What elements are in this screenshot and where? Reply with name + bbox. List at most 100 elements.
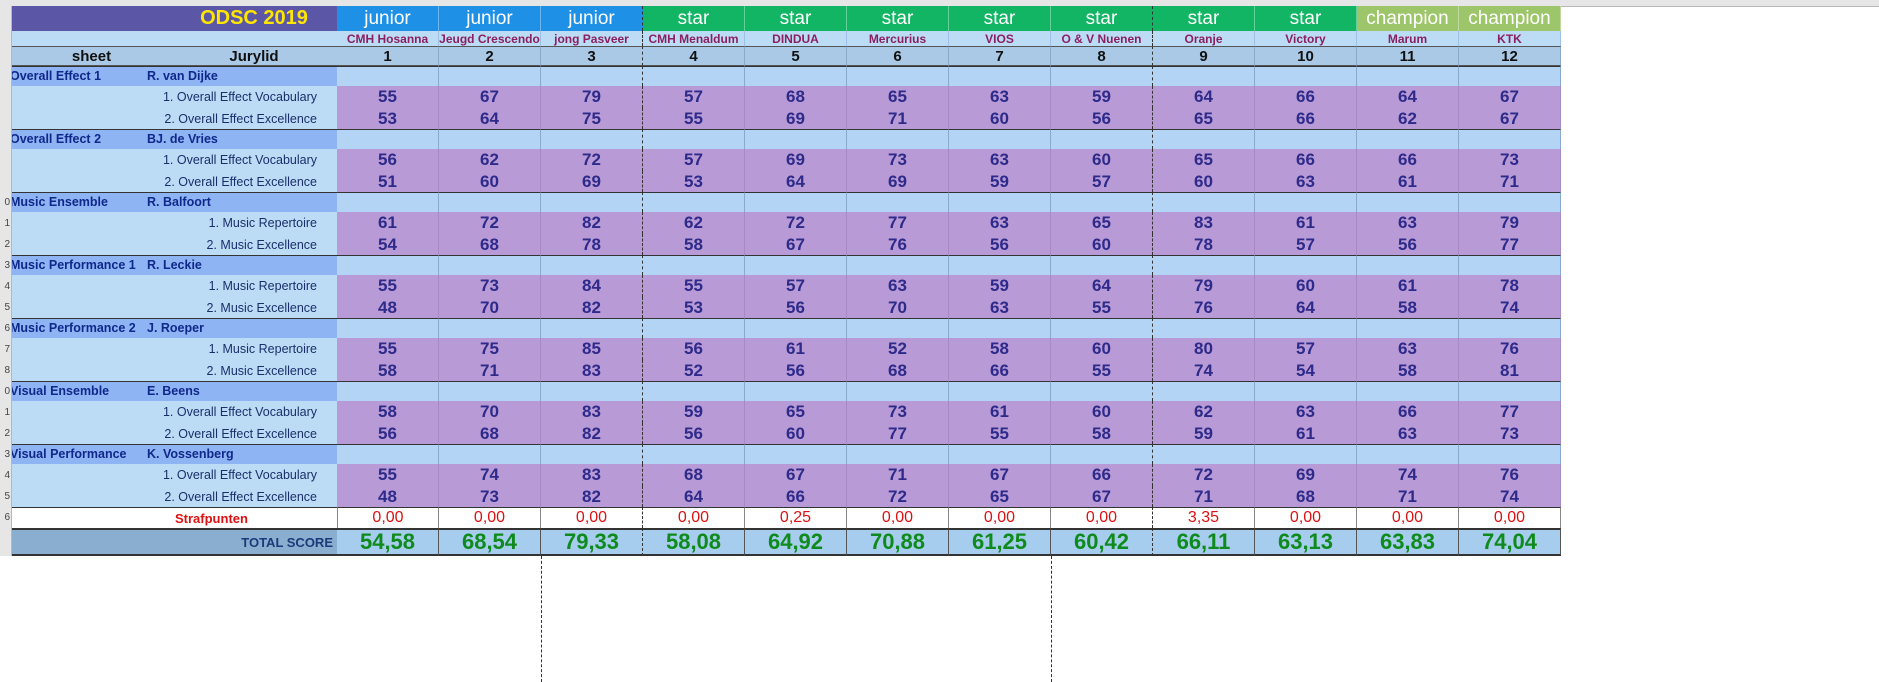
row-number[interactable]: 5 — [0, 297, 12, 318]
score-cell[interactable]: 71 — [439, 360, 541, 381]
score-cell[interactable]: 65 — [949, 486, 1051, 507]
score-cell[interactable]: 66 — [1255, 86, 1357, 108]
score-cell[interactable]: 57 — [1255, 338, 1357, 360]
score-cell[interactable]: 55 — [337, 275, 439, 297]
score-cell[interactable]: 70 — [439, 297, 541, 318]
score-cell[interactable]: 57 — [1051, 171, 1153, 192]
score-cell[interactable]: 52 — [847, 338, 949, 360]
row-number[interactable] — [0, 46, 12, 66]
score-cell[interactable]: 80 — [1153, 338, 1255, 360]
row-number[interactable]: 6 — [0, 507, 12, 528]
score-cell[interactable]: 60 — [439, 171, 541, 192]
score-cell[interactable]: 68 — [439, 234, 541, 255]
row-number[interactable]: 1 — [0, 401, 12, 423]
score-cell[interactable]: 83 — [541, 401, 643, 423]
score-cell[interactable]: 81 — [1459, 360, 1561, 381]
score-cell[interactable]: 67 — [1459, 108, 1561, 129]
score-cell[interactable]: 55 — [337, 86, 439, 108]
score-cell[interactable]: 66 — [949, 360, 1051, 381]
score-cell[interactable]: 58 — [949, 338, 1051, 360]
score-cell[interactable]: 72 — [439, 212, 541, 234]
score-cell[interactable]: 83 — [541, 464, 643, 486]
score-cell[interactable]: 77 — [847, 212, 949, 234]
score-cell[interactable]: 55 — [337, 338, 439, 360]
penalty-value[interactable]: 0,00 — [1255, 507, 1357, 528]
score-cell[interactable]: 74 — [1153, 360, 1255, 381]
score-cell[interactable]: 76 — [1459, 338, 1561, 360]
total-value[interactable]: 74,04 — [1459, 528, 1561, 556]
score-cell[interactable]: 56 — [337, 423, 439, 444]
total-value[interactable]: 61,25 — [949, 528, 1051, 556]
score-cell[interactable]: 55 — [643, 275, 745, 297]
score-cell[interactable]: 72 — [847, 486, 949, 507]
penalty-value[interactable]: 0,00 — [1051, 507, 1153, 528]
penalty-value[interactable]: 0,25 — [745, 507, 847, 528]
score-cell[interactable]: 60 — [949, 108, 1051, 129]
score-cell[interactable]: 58 — [643, 234, 745, 255]
row-number[interactable]: 2 — [0, 234, 12, 255]
score-cell[interactable]: 77 — [847, 423, 949, 444]
score-cell[interactable]: 68 — [847, 360, 949, 381]
row-number[interactable]: 3 — [0, 255, 12, 275]
total-value[interactable]: 54,58 — [337, 528, 439, 556]
score-cell[interactable]: 69 — [541, 171, 643, 192]
score-cell[interactable]: 69 — [745, 108, 847, 129]
score-cell[interactable]: 67 — [745, 234, 847, 255]
score-cell[interactable]: 73 — [847, 401, 949, 423]
score-cell[interactable]: 58 — [1357, 297, 1459, 318]
row-number[interactable]: 0 — [0, 381, 12, 401]
score-cell[interactable]: 64 — [643, 486, 745, 507]
score-cell[interactable]: 67 — [949, 464, 1051, 486]
score-cell[interactable]: 79 — [541, 86, 643, 108]
score-cell[interactable]: 67 — [745, 464, 847, 486]
row-number[interactable]: 4 — [0, 275, 12, 297]
score-cell[interactable]: 60 — [1051, 401, 1153, 423]
score-cell[interactable]: 82 — [541, 423, 643, 444]
score-cell[interactable]: 58 — [1357, 360, 1459, 381]
score-cell[interactable]: 59 — [643, 401, 745, 423]
total-value[interactable]: 63,83 — [1357, 528, 1459, 556]
score-cell[interactable]: 54 — [1255, 360, 1357, 381]
score-cell[interactable]: 65 — [847, 86, 949, 108]
score-cell[interactable]: 60 — [1051, 149, 1153, 171]
row-number[interactable] — [0, 66, 12, 86]
score-cell[interactable]: 62 — [1153, 401, 1255, 423]
score-cell[interactable]: 53 — [337, 108, 439, 129]
score-cell[interactable]: 63 — [1255, 401, 1357, 423]
row-number[interactable] — [0, 108, 12, 129]
score-cell[interactable]: 57 — [745, 275, 847, 297]
score-cell[interactable]: 55 — [949, 423, 1051, 444]
score-cell[interactable]: 78 — [541, 234, 643, 255]
score-cell[interactable]: 72 — [745, 212, 847, 234]
score-cell[interactable]: 64 — [439, 108, 541, 129]
score-cell[interactable]: 57 — [643, 86, 745, 108]
score-cell[interactable]: 68 — [439, 423, 541, 444]
score-cell[interactable]: 56 — [643, 423, 745, 444]
score-cell[interactable]: 64 — [1051, 275, 1153, 297]
row-number[interactable] — [0, 31, 12, 46]
total-value[interactable]: 68,54 — [439, 528, 541, 556]
row-number[interactable]: 7 — [0, 338, 12, 360]
score-cell[interactable]: 64 — [1255, 297, 1357, 318]
score-cell[interactable]: 67 — [1051, 486, 1153, 507]
score-cell[interactable]: 83 — [1153, 212, 1255, 234]
score-cell[interactable]: 83 — [541, 360, 643, 381]
score-cell[interactable]: 66 — [1255, 108, 1357, 129]
total-value[interactable]: 58,08 — [643, 528, 745, 556]
score-cell[interactable]: 64 — [1357, 86, 1459, 108]
score-cell[interactable]: 65 — [1051, 212, 1153, 234]
penalty-value[interactable]: 0,00 — [1459, 507, 1561, 528]
score-cell[interactable]: 66 — [745, 486, 847, 507]
score-cell[interactable]: 72 — [541, 149, 643, 171]
score-cell[interactable]: 63 — [1255, 171, 1357, 192]
score-cell[interactable]: 68 — [745, 86, 847, 108]
score-cell[interactable]: 60 — [1051, 338, 1153, 360]
score-cell[interactable]: 68 — [1255, 486, 1357, 507]
row-number[interactable] — [0, 6, 12, 31]
score-cell[interactable]: 77 — [1459, 401, 1561, 423]
penalty-value[interactable]: 3,35 — [1153, 507, 1255, 528]
score-cell[interactable]: 61 — [1357, 275, 1459, 297]
score-cell[interactable]: 59 — [949, 275, 1051, 297]
score-cell[interactable]: 66 — [1255, 149, 1357, 171]
penalty-value[interactable]: 0,00 — [439, 507, 541, 528]
